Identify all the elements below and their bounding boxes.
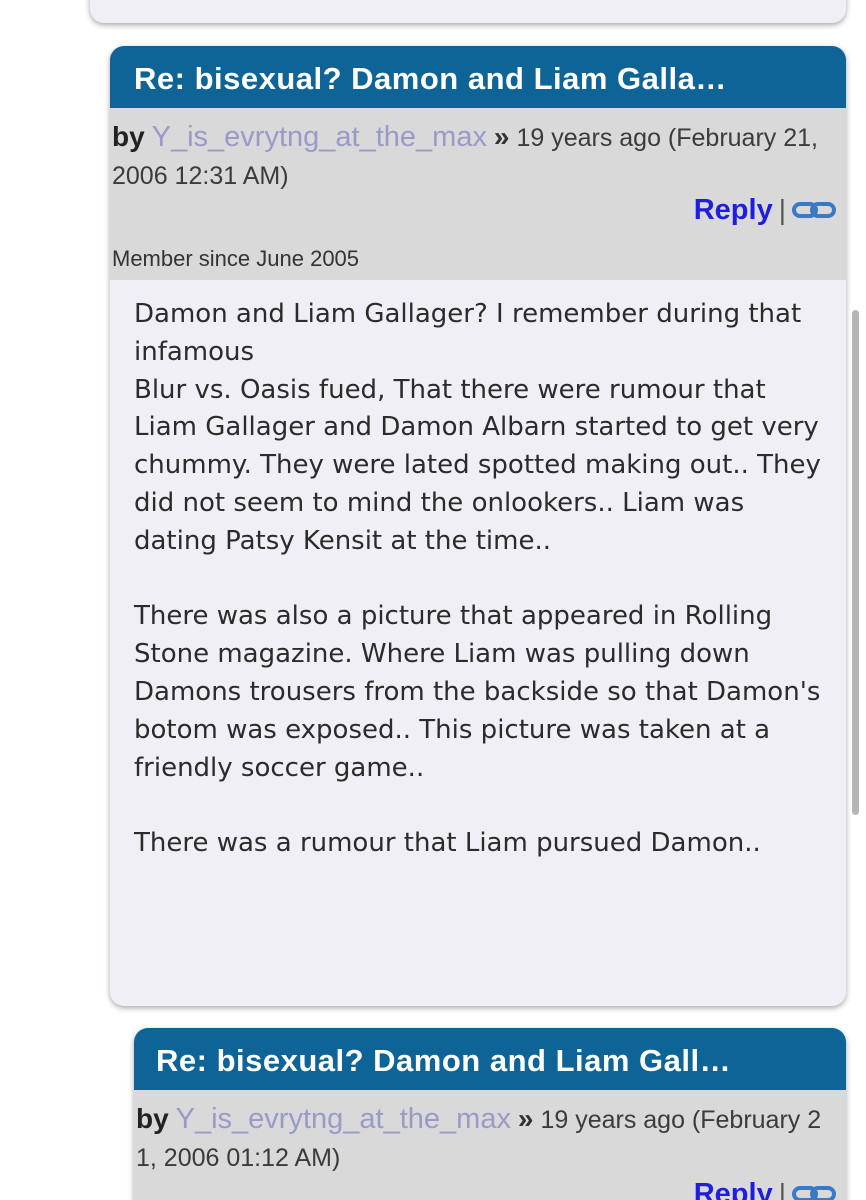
reply-button[interactable]: Reply: [694, 1178, 773, 1200]
link-icon[interactable]: [792, 199, 836, 226]
reply-row: Reply |: [694, 194, 836, 227]
post-title[interactable]: Re: bisexual? Damon and Liam Gall…: [134, 1028, 846, 1090]
divider: |: [778, 1178, 786, 1200]
post-title[interactable]: Re: bisexual? Damon and Liam Galla…: [110, 46, 846, 108]
byline: by Y_is_evrytng_at_the_max » 19 years ag…: [110, 108, 846, 195]
post-card: Re: bisexual? Damon and Liam Gall… by Y_…: [134, 1028, 846, 1200]
byline: by Y_is_evrytng_at_the_max » 19 years ag…: [134, 1090, 846, 1177]
link-icon[interactable]: [792, 1183, 836, 1200]
separator: »: [517, 1103, 534, 1134]
member-since: Member since June 2005: [112, 246, 360, 271]
by-label: by: [112, 121, 145, 152]
post-body: Damon and Liam Gallager? I remember duri…: [134, 299, 821, 859]
scrollbar[interactable]: [852, 310, 859, 815]
reply-row: Reply |: [694, 1178, 836, 1200]
by-label: by: [136, 1103, 169, 1134]
separator: »: [493, 121, 510, 152]
previous-post-card: [90, 0, 846, 23]
reply-button[interactable]: Reply: [694, 194, 773, 226]
divider: |: [778, 194, 786, 225]
username-link[interactable]: Y_is_evrytng_at_the_max: [152, 121, 487, 153]
post-card: Re: bisexual? Damon and Liam Galla… by Y…: [110, 46, 846, 1006]
username-link[interactable]: Y_is_evrytng_at_the_max: [176, 1103, 511, 1135]
